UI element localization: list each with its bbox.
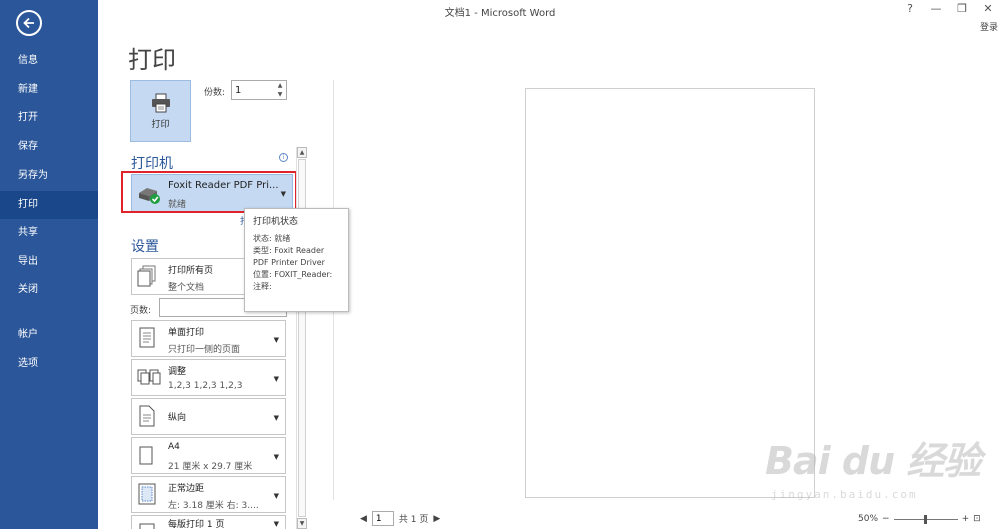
printer-dropdown[interactable]: Foxit Reader PDF Pri... 就绪 ▼ (131, 174, 293, 212)
chevron-down-icon: ▼ (273, 336, 279, 344)
portrait-icon (139, 405, 155, 427)
help-button[interactable]: ? (904, 2, 916, 15)
copies-spin[interactable]: ▲ ▼ (274, 81, 286, 99)
setting-paper-size[interactable]: A4 21 厘米 x 29.7 厘米 ▼ (131, 437, 286, 474)
chevron-down-icon: ▼ (273, 414, 279, 422)
chevron-down-icon: ▼ (273, 453, 279, 461)
spin-up-icon[interactable]: ▲ (278, 82, 283, 89)
nav-item-save[interactable]: 保存 (0, 133, 98, 161)
collate-icon (137, 369, 161, 385)
print-button[interactable]: 打印 (130, 80, 191, 142)
setting-main: A4 (168, 442, 180, 452)
setting-main: 单面打印 (168, 328, 205, 338)
backstage-nav: 信息 新建 打开 保存 另存为 打印 共享 导出 关闭 帐户 选项 (0, 0, 98, 529)
tooltip-line: PDF Printer Driver (253, 258, 325, 267)
pages-icon (137, 265, 156, 287)
setting-main: 纵向 (168, 413, 187, 423)
tooltip-line: 注释: (253, 282, 272, 291)
back-button[interactable] (16, 10, 42, 36)
setting-sub: 1,2,3 1,2,3 1,2,3 (168, 381, 243, 391)
settings-scrollbar[interactable]: ▲ ▼ (296, 147, 307, 529)
watermark-text: Bai du 经验 (765, 439, 981, 483)
setting-pages-per-sheet[interactable]: 每版打印 1 页 ▼ (131, 515, 286, 529)
setting-sides[interactable]: 单面打印 只打印一侧的页面 ▼ (131, 320, 286, 357)
nav-item-options[interactable]: 选项 (0, 350, 98, 378)
printer-icon (151, 93, 170, 112)
window-title: 文档1 - Microsoft Word (444, 8, 556, 19)
chevron-down-icon: ▼ (280, 190, 286, 198)
setting-margins[interactable]: 正常边距 左: 3.18 厘米 右: 3.... ▼ (131, 476, 286, 513)
setting-sub: 只打印一侧的页面 (168, 345, 241, 355)
setting-sub: 21 厘米 x 29.7 厘米 (168, 462, 253, 472)
copies-input[interactable] (235, 84, 273, 97)
restore-button[interactable]: ❐ (956, 2, 968, 15)
settings-section-title: 设置 (131, 239, 159, 255)
setting-main: 调整 (168, 367, 187, 377)
tooltip-line: 位置: FOXIT_Reader: (253, 270, 333, 279)
setting-main: 正常边距 (168, 484, 205, 494)
pages-per-sheet-icon (139, 523, 155, 529)
printer-name: Foxit Reader PDF Pri... (168, 180, 279, 191)
back-arrow-icon (23, 17, 34, 29)
tooltip-line: 类型: Foxit Reader (253, 246, 325, 255)
printer-ready-icon (139, 188, 160, 204)
chevron-down-icon: ▼ (273, 375, 279, 383)
copies-stepper[interactable]: ▲ ▼ (231, 80, 287, 100)
nav-item-share[interactable]: 共享 (0, 219, 98, 247)
copies-label: 份数: (204, 88, 226, 98)
chevron-down-icon: ▼ (273, 520, 279, 528)
pages-label: 页数: (130, 306, 152, 316)
watermark-url: jingyan.baidu.com (771, 488, 918, 501)
setting-sub: 左: 3.18 厘米 右: 3.... (168, 501, 259, 511)
scroll-up-icon[interactable]: ▲ (297, 147, 307, 158)
setting-orientation[interactable]: 纵向 ▼ (131, 398, 286, 435)
page-total: 共 1 页 (398, 515, 429, 525)
nav-item-new[interactable]: 新建 (0, 76, 98, 104)
tooltip-line: 状态: 就绪 (253, 234, 291, 243)
setting-collate[interactable]: 调整 1,2,3 1,2,3 1,2,3 ▼ (131, 359, 286, 396)
paper-icon (139, 446, 153, 465)
window-controls: ? — ❐ ✕ (904, 2, 994, 15)
margins-icon (138, 483, 156, 505)
nav-item-account[interactable]: 帐户 (0, 321, 98, 349)
next-page-icon[interactable]: ▶ (433, 514, 440, 524)
setting-main: 打印所有页 (168, 266, 214, 276)
chevron-down-icon: ▼ (273, 492, 279, 500)
close-button[interactable]: ✕ (982, 2, 994, 15)
printer-status-tooltip: 打印机状态 状态: 就绪 类型: Foxit Reader PDF Printe… (244, 208, 349, 312)
prev-page-icon[interactable]: ◀ (360, 514, 367, 524)
info-icon[interactable]: i (279, 153, 288, 162)
scroll-down-icon[interactable]: ▼ (297, 518, 307, 529)
login-link[interactable]: 登录 (980, 20, 998, 33)
printer-section-title: 打印机 (131, 156, 173, 172)
single-side-icon (139, 327, 155, 348)
baidu-watermark: Bai du 经验 jingyan.baidu.com (765, 430, 995, 525)
page-title: 打印 (128, 46, 176, 74)
page-number-input[interactable] (371, 511, 394, 526)
nav-item-save-as[interactable]: 另存为 (0, 162, 98, 190)
print-button-label: 打印 (151, 119, 170, 130)
spin-down-icon[interactable]: ▼ (278, 91, 283, 98)
nav-item-open[interactable]: 打开 (0, 104, 98, 132)
minimize-button[interactable]: — (930, 2, 942, 15)
tooltip-title: 打印机状态 (253, 217, 299, 227)
nav-item-close[interactable]: 关闭 (0, 276, 98, 304)
setting-main: 每版打印 1 页 (168, 520, 225, 529)
printer-status: 就绪 (168, 200, 187, 210)
nav-item-print[interactable]: 打印 (0, 191, 98, 219)
page-navigation: ◀ 共 1 页 ▶ (360, 511, 440, 526)
nav-item-export[interactable]: 导出 (0, 248, 98, 276)
setting-sub: 整个文档 (168, 283, 205, 293)
nav-item-info[interactable]: 信息 (0, 47, 98, 75)
